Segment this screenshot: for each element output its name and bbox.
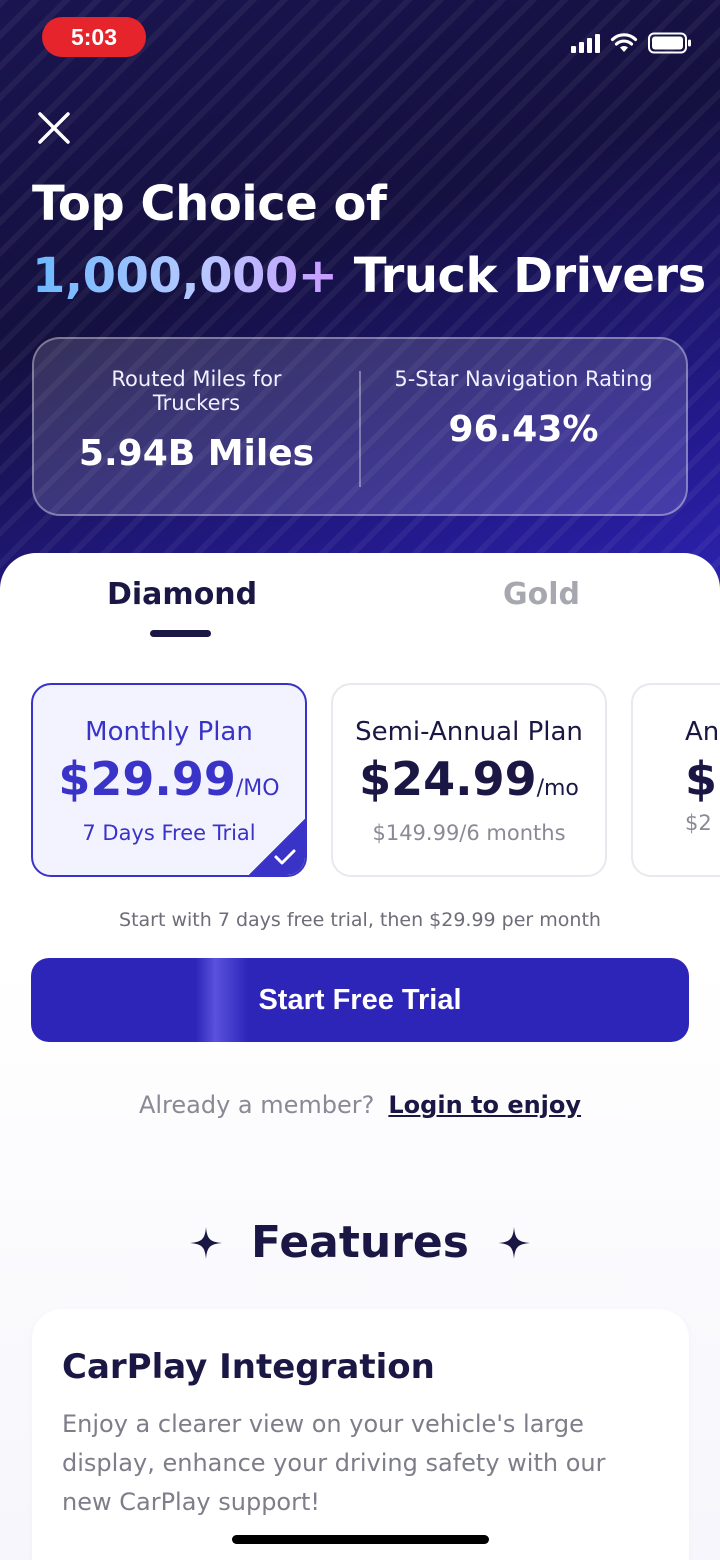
subscription-panel: Diamond Gold Monthly Plan $29.99/MO 7 Da… — [0, 553, 720, 1560]
plan-name: Monthly Plan — [85, 717, 253, 747]
title-line-1: Top Choice of — [32, 176, 387, 232]
hero-title: Top Choice of 1,000,000+ Truck Drivers — [32, 168, 706, 312]
plan-price-amount: $24.99 — [359, 752, 537, 806]
battery-icon — [648, 32, 692, 54]
features-title: Features — [251, 1217, 469, 1268]
title-highlight: 1,000,000+ — [32, 248, 338, 304]
feature-card-carplay: CarPlay Integration Enjoy a clearer view… — [32, 1309, 689, 1560]
close-icon[interactable] — [36, 110, 72, 146]
feature-title: CarPlay Integration — [62, 1347, 435, 1387]
paywall-screen: 5:03 Top Choice of 1,000,000+ Truck Driv… — [0, 0, 720, 1560]
title-line-2-rest: Truck Drivers — [353, 248, 706, 304]
login-link[interactable]: Login to enjoy — [388, 1091, 581, 1119]
plan-price-unit: /mo — [536, 776, 579, 801]
plan-price: $2 — [633, 753, 720, 805]
start-free-trial-button[interactable]: Start Free Trial — [31, 958, 689, 1042]
tab-diamond[interactable]: Diamond — [107, 577, 257, 612]
member-text: Already a member? — [138, 1091, 375, 1119]
stat-value: 96.43% — [448, 409, 599, 450]
sparkle-icon — [498, 1226, 531, 1259]
tab-gold[interactable]: Gold — [503, 577, 580, 612]
plan-price: $29.99/MO — [33, 753, 305, 815]
plan-options: Monthly Plan $29.99/MO 7 Days Free Trial… — [31, 683, 720, 879]
status-time: 5:03 — [42, 17, 146, 57]
hero-banner: 5:03 Top Choice of 1,000,000+ Truck Driv… — [0, 0, 720, 620]
status-icons — [571, 32, 692, 54]
plan-card-semi-annual[interactable]: Semi-Annual Plan $24.99/mo $149.99/6 mon… — [331, 683, 607, 877]
trial-note: Start with 7 days free trial, then $29.9… — [119, 909, 601, 931]
stat-label: 5-Star Navigation Rating — [394, 367, 653, 391]
plan-name: An — [685, 717, 720, 747]
plan-price-amount: $29.99 — [58, 752, 236, 806]
stat-navigation-rating: 5-Star Navigation Rating 96.43% — [361, 339, 686, 514]
plan-price-amount: $2 — [685, 752, 720, 806]
home-indicator[interactable] — [232, 1535, 489, 1544]
wifi-icon — [610, 33, 638, 53]
stat-value: 5.94B Miles — [78, 433, 315, 474]
plan-subtext: $2 — [685, 811, 712, 835]
features-heading: Features — [0, 1217, 720, 1268]
stats-card: Routed Miles for Truckers 5.94B Miles 5-… — [32, 337, 688, 516]
plan-price-unit: /MO — [235, 776, 280, 801]
plan-card-monthly[interactable]: Monthly Plan $29.99/MO 7 Days Free Trial — [31, 683, 307, 877]
cellular-signal-icon — [571, 33, 600, 53]
sparkle-icon — [189, 1226, 222, 1259]
plan-tier-tabs: Diamond Gold — [0, 577, 720, 641]
checkmark-icon — [274, 849, 296, 865]
title-line-2: 1,000,000+ Truck Drivers — [32, 240, 706, 312]
stat-routed-miles: Routed Miles for Truckers 5.94B Miles — [34, 339, 359, 514]
feature-description: Enjoy a clearer view on your vehicle's l… — [62, 1410, 606, 1516]
plan-card-annual[interactable]: An $2 $2 — [631, 683, 720, 877]
member-row: Already a member? Login to enjoy — [0, 1091, 720, 1119]
plan-subtext: $149.99/6 months — [372, 821, 566, 845]
plan-name: Semi-Annual Plan — [355, 717, 583, 747]
tab-selected-indicator — [150, 630, 211, 637]
plan-price: $24.99/mo — [333, 753, 605, 815]
stat-label: Routed Miles for Truckers — [111, 367, 282, 415]
